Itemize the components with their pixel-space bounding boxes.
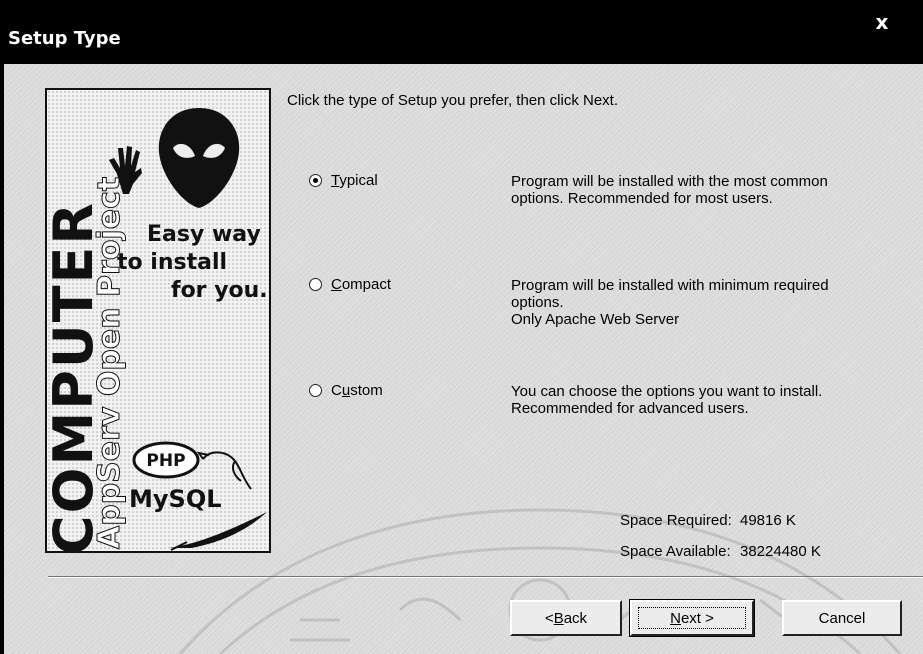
window-frame-left	[0, 64, 4, 654]
compact-label-rest: ompact	[341, 276, 392, 293]
banner-vertical-brand: COMPUTER AppServ Open Project	[47, 95, 128, 551]
appserv-banner: COMPUTER AppServ Open Project Easy way t…	[45, 88, 271, 553]
custom-desc-line-2: Recommended for advanced users.	[511, 400, 749, 417]
space-available-value: 38224480 K	[740, 543, 821, 560]
php-logo-icon: PHP	[132, 441, 200, 479]
custom-label[interactable]: Custom	[331, 382, 383, 399]
feather-icon	[169, 512, 267, 551]
custom-label-rest: stom	[350, 382, 383, 399]
compact-radio[interactable]	[309, 278, 322, 291]
php-logo-text: PHP	[146, 451, 185, 471]
custom-radio[interactable]	[309, 384, 322, 397]
compact-desc-line-2: options.	[511, 294, 564, 311]
tagline-line-2: to install	[117, 250, 228, 275]
window-title: Setup Type	[8, 28, 121, 49]
custom-desc-line-1: You can choose the options you want to i…	[511, 383, 823, 400]
typical-radio[interactable]	[309, 174, 322, 187]
compact-mnemonic: C	[331, 276, 342, 293]
title-bar[interactable]: Setup Type x	[0, 0, 923, 64]
compact-description: Program will be installed with minimum r…	[511, 277, 829, 328]
back-prefix: <	[544, 609, 554, 627]
compact-desc-line-1: Program will be installed with minimum r…	[511, 277, 829, 294]
setup-type-dialog: Setup Type x COMPUTER AppServ Open Proje…	[0, 0, 923, 654]
typical-description: Program will be installed with the most …	[511, 173, 828, 207]
instructions-text: Click the type of Setup you prefer, then…	[287, 92, 618, 109]
button-separator	[48, 576, 923, 578]
cancel-button[interactable]: Cancel	[782, 600, 902, 636]
space-required-label: Space Required:	[620, 512, 732, 529]
tagline-line-3: for you.	[171, 278, 268, 303]
alien-head-icon	[158, 108, 240, 208]
custom-label-prefix: C	[331, 382, 342, 399]
next-focus-ring	[638, 607, 746, 629]
next-button[interactable]: Next >	[629, 599, 755, 637]
custom-mnemonic: u	[341, 382, 351, 399]
typical-desc-line-1: Program will be installed with the most …	[511, 173, 828, 190]
custom-description: You can choose the options you want to i…	[511, 383, 822, 417]
space-required-value: 49816 K	[740, 512, 796, 529]
typical-label-rest: ypical	[339, 172, 378, 189]
close-icon[interactable]: x	[870, 10, 894, 34]
typical-label[interactable]: Typical	[331, 172, 378, 189]
back-mnemonic: B	[553, 609, 564, 627]
tagline-line-1: Easy way	[147, 222, 261, 247]
compact-desc-line-3: Only Apache Web Server	[511, 311, 680, 328]
back-rest: ack	[563, 609, 588, 627]
space-available-label: Space Available:	[620, 543, 731, 560]
brand-appserv: AppServ Open Project	[92, 176, 128, 549]
compact-label[interactable]: Compact	[331, 276, 391, 293]
typical-desc-line-2: options. Recommended for most users.	[511, 190, 773, 207]
typical-radio-dot	[313, 178, 318, 183]
back-button[interactable]: < Back	[510, 600, 622, 636]
